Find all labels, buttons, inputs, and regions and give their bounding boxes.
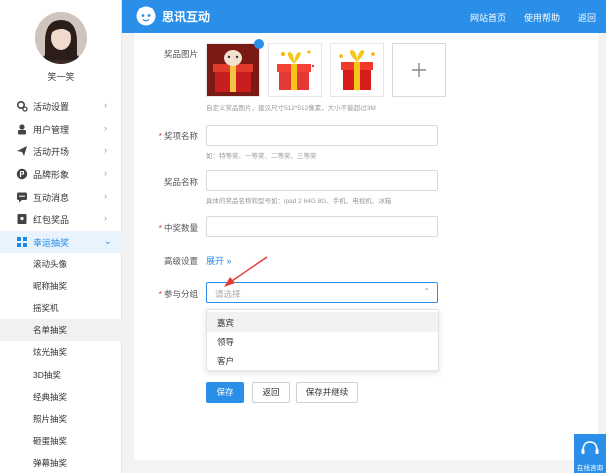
group-option-label: 嘉宾 xyxy=(217,318,235,328)
group-select-placeholder: 请选择 xyxy=(215,289,241,299)
sidebar-subitem[interactable]: 砸蛋抽奖 xyxy=(0,430,122,452)
chevron-right-icon: › xyxy=(104,145,107,155)
plus-icon xyxy=(412,63,426,77)
sidebar-subitem-selected[interactable]: 名单抽奖 xyxy=(0,319,122,341)
group-option-label: 领导 xyxy=(217,337,235,347)
headset-icon xyxy=(581,441,599,454)
sidebar-subitem[interactable]: 滚动头像 xyxy=(0,253,122,275)
expand-link[interactable]: 展开 » xyxy=(206,254,232,267)
sidebar: 笑一笑 活动设置 › 用户管理 › 活动开场 › 品牌形象 › 互动消息 › 红… xyxy=(0,0,122,473)
chevron-right-icon: › xyxy=(104,168,107,178)
gear-icon xyxy=(16,100,28,112)
message-icon xyxy=(17,192,27,203)
sidebar-item-activity-settings[interactable]: 活动设置 › xyxy=(0,95,122,117)
top-header: 思讯互动 网站首页 使用帮助 返回 xyxy=(122,0,606,33)
item-name-hint: 如：特等奖、一等奖、二等奖、三等奖 xyxy=(206,153,317,160)
sidebar-item-messages[interactable]: 互动消息 › xyxy=(0,186,122,208)
nav-link-back[interactable]: 返回 xyxy=(578,11,596,24)
sidebar-subitem[interactable]: 炫光抽奖 xyxy=(0,341,122,363)
item-name-input[interactable] xyxy=(206,125,438,146)
sidebar-subitem[interactable]: 弹幕抽奖 xyxy=(0,452,122,474)
advanced-settings-label: 高级设置 xyxy=(163,256,198,266)
sidebar-subitem-label: 摇奖机 xyxy=(33,303,59,313)
prize-name-hint: 具体的奖品名称和型号如：ipad 2 64G 8G、手机、电视机、冰箱 xyxy=(206,198,392,205)
group-select[interactable]: 请选择 ⌃ xyxy=(206,282,438,303)
group-label: * 参与分组 xyxy=(158,289,198,299)
sidebar-item-user-management[interactable]: 用户管理 › xyxy=(0,118,122,140)
chevron-right-icon: › xyxy=(104,213,107,223)
sidebar-item-label: 用户管理 xyxy=(33,125,70,135)
sidebar-subitem[interactable]: 3D抽奖 xyxy=(0,364,122,386)
sidebar-subitem-label: 炫光抽奖 xyxy=(33,347,68,357)
prize-gift-image xyxy=(207,44,259,96)
online-consult-button[interactable]: 在线咨询 xyxy=(574,434,606,473)
sidebar-item-red-packets[interactable]: 红包奖品 › xyxy=(0,208,122,230)
chevron-right-icon: › xyxy=(104,100,107,110)
sidebar-subitem-label: 经典抽奖 xyxy=(33,392,68,402)
group-option[interactable]: 客户 xyxy=(207,350,438,370)
sidebar-item-label: 品牌形象 xyxy=(33,170,70,180)
sidebar-subitem[interactable]: 摇奖机 xyxy=(0,297,122,319)
prize-image-3[interactable] xyxy=(330,43,384,97)
sidebar-item-brand[interactable]: 品牌形象 › xyxy=(0,163,122,185)
sidebar-item-lucky-draw[interactable]: 幸运抽奖 ⌄ xyxy=(0,231,122,253)
sidebar-item-activity-open[interactable]: 活动开场 › xyxy=(0,140,122,162)
sidebar-subitem[interactable]: 经典抽奖 xyxy=(0,386,122,408)
save-button[interactable]: 保存 xyxy=(206,382,244,403)
chevron-down-icon: ⌄ xyxy=(104,236,112,246)
sidebar-item-label: 活动开场 xyxy=(33,147,70,157)
group-dropdown: 嘉宾 领导 客户 xyxy=(206,309,439,371)
user-lock-icon xyxy=(18,124,26,135)
item-name-label: * 奖项名称 xyxy=(158,131,198,141)
prize-image-hint: 自定义奖品图片，建议尺寸512*512像素，大小不能超过3M xyxy=(206,105,376,112)
prize-gift-image xyxy=(331,44,383,96)
winner-count-label: * 中奖数量 xyxy=(158,223,198,233)
prize-image-2[interactable] xyxy=(268,43,322,97)
sidebar-subitem-label: 滚动头像 xyxy=(33,259,68,269)
brand-name: 思讯互动 xyxy=(162,10,211,24)
add-image-button[interactable] xyxy=(392,43,446,97)
nav-link-help[interactable]: 使用帮助 xyxy=(524,11,560,24)
group-option[interactable]: 嘉宾 xyxy=(207,312,438,332)
logo-icon xyxy=(136,6,156,26)
chevron-up-icon: ⌃ xyxy=(423,287,430,296)
sidebar-subitem[interactable]: 照片抽奖 xyxy=(0,408,122,430)
username: 笑一笑 xyxy=(47,72,75,82)
paper-plane-icon xyxy=(17,146,27,156)
sidebar-subitem-label: 3D抽奖 xyxy=(33,370,61,380)
sidebar-subitem[interactable]: 昵称抽奖 xyxy=(0,275,122,297)
group-option-label: 客户 xyxy=(217,356,235,366)
sidebar-subitem-label: 名单抽奖 xyxy=(33,325,68,335)
chevron-right-icon: › xyxy=(104,191,107,201)
nav-link-home[interactable]: 网站首页 xyxy=(470,11,506,24)
prize-name-label: 奖品名称 xyxy=(163,177,198,187)
sidebar-item-label: 活动设置 xyxy=(33,102,70,112)
winner-count-input[interactable] xyxy=(206,216,438,237)
prize-image-1[interactable] xyxy=(206,43,260,97)
grid-icon xyxy=(17,237,27,247)
online-consult-label: 在线咨询 xyxy=(577,465,603,472)
save-and-continue-button[interactable]: 保存并继续 xyxy=(296,382,358,403)
sidebar-subitem-label: 砸蛋抽奖 xyxy=(33,436,68,446)
group-option[interactable]: 领导 xyxy=(207,331,438,351)
prize-name-input[interactable] xyxy=(206,170,438,191)
sidebar-subitem-label: 昵称抽奖 xyxy=(33,281,68,291)
edit-badge-icon[interactable] xyxy=(254,39,264,49)
back-button[interactable]: 返回 xyxy=(252,382,290,403)
chevron-right-icon: › xyxy=(104,123,107,133)
sidebar-item-label: 红包奖品 xyxy=(33,215,70,225)
prize-image-label: 奖品图片 xyxy=(163,49,198,59)
prize-gift-image xyxy=(269,44,321,96)
avatar[interactable] xyxy=(35,12,87,64)
sidebar-item-label: 互动消息 xyxy=(33,193,70,203)
sidebar-subitem-label: 弹幕抽奖 xyxy=(33,458,68,468)
sidebar-subitem-label: 照片抽奖 xyxy=(33,414,68,424)
sidebar-item-label: 幸运抽奖 xyxy=(33,238,70,248)
gift-icon xyxy=(17,214,27,224)
brand-icon xyxy=(16,168,28,180)
